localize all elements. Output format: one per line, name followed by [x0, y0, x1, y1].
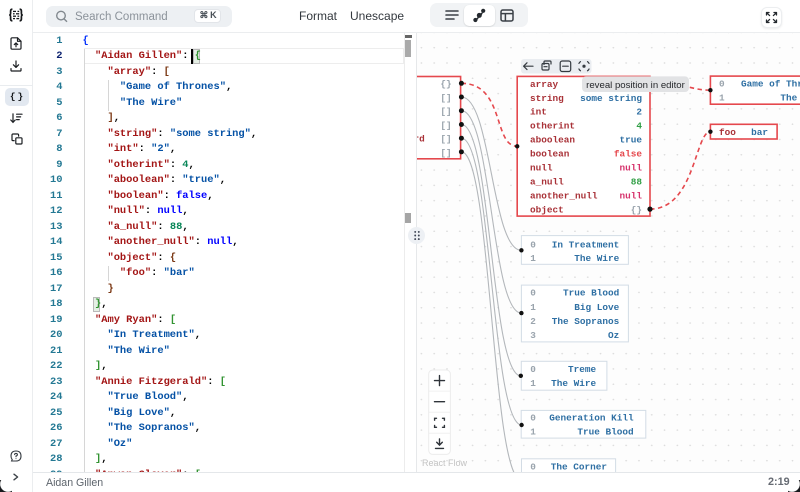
svg-text:3: 3 — [530, 330, 536, 341]
svg-text:The Wire: The Wire — [551, 378, 596, 389]
svg-text:aboolean: aboolean — [530, 135, 575, 146]
svg-text:Generation Kill: Generation Kill — [549, 413, 634, 424]
svg-text:{}: {} — [440, 79, 451, 90]
svg-text:[]: [] — [440, 147, 451, 158]
svg-text:0: 0 — [530, 288, 536, 299]
svg-text:[]: [] — [440, 106, 451, 117]
svg-text:object: object — [530, 205, 564, 216]
svg-text:The Corner: The Corner — [551, 462, 607, 472]
svg-text:int: int — [530, 107, 547, 118]
svg-text:null: null — [619, 163, 642, 174]
svg-text:null: null — [619, 191, 642, 202]
svg-text:reveal position in editor: reveal position in editor — [586, 80, 685, 91]
svg-text:Oz: Oz — [608, 330, 619, 341]
svg-text:0: 0 — [530, 239, 536, 250]
svg-text:a_null: a_null — [530, 177, 564, 188]
svg-text:array: array — [530, 79, 559, 90]
svg-text:string: string — [530, 93, 564, 104]
svg-text:[]: [] — [440, 92, 451, 103]
svg-text:1: 1 — [530, 427, 536, 438]
svg-text:In Treatment: In Treatment — [552, 239, 620, 250]
svg-text:1: 1 — [530, 253, 536, 264]
svg-text:[]: [] — [440, 134, 451, 145]
svg-text:another_null: another_null — [530, 191, 598, 202]
svg-text:React Flow: React Flow — [422, 458, 468, 468]
svg-text:Treme: Treme — [568, 364, 597, 375]
svg-text:The Sopranos: The Sopranos — [552, 316, 620, 327]
svg-text:0: 0 — [530, 413, 536, 424]
svg-text:[]: [] — [440, 120, 451, 131]
svg-text:The Wire: The Wire — [780, 93, 800, 104]
svg-text:Big Love: Big Love — [574, 302, 619, 313]
svg-text:The Wire: The Wire — [574, 253, 619, 264]
svg-text:rd: rd — [417, 134, 425, 145]
svg-text:4: 4 — [636, 121, 642, 132]
svg-text:2: 2 — [636, 107, 642, 118]
svg-text:1: 1 — [530, 378, 536, 389]
svg-text:1: 1 — [719, 93, 725, 104]
svg-text:0: 0 — [530, 364, 536, 375]
svg-text:0: 0 — [530, 462, 536, 472]
svg-text:True Blood: True Blood — [563, 288, 619, 299]
svg-text:null: null — [530, 163, 553, 174]
svg-text:some string: some string — [580, 93, 642, 104]
svg-text:2: 2 — [530, 316, 536, 327]
svg-text:{}: {} — [631, 205, 642, 216]
svg-text:false: false — [614, 149, 643, 160]
svg-text:0: 0 — [719, 79, 725, 90]
svg-text:Game of Thrones: Game of Thrones — [741, 79, 800, 90]
svg-text:88: 88 — [631, 177, 643, 188]
svg-text:foo: foo — [719, 127, 736, 138]
svg-text:1: 1 — [530, 302, 536, 313]
svg-text:bar: bar — [751, 127, 768, 138]
svg-text:true: true — [619, 135, 642, 146]
svg-text:True Blood: True Blood — [577, 427, 633, 438]
svg-text:otherint: otherint — [530, 121, 575, 132]
svg-text:boolean: boolean — [530, 149, 570, 160]
